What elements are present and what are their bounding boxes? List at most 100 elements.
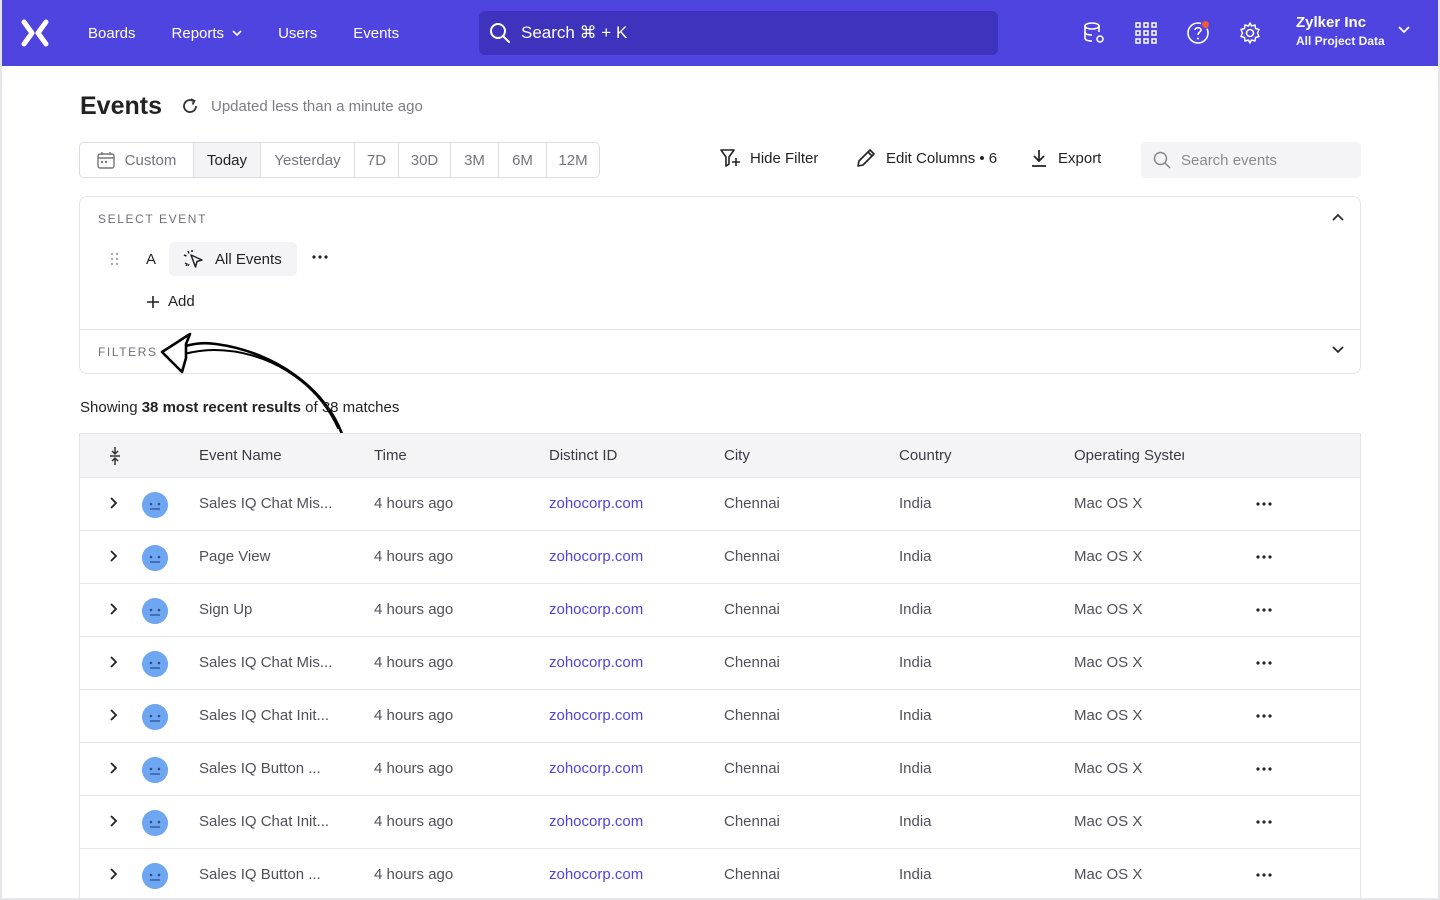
more-horizontal-icon[interactable] xyxy=(1256,767,1272,771)
hide-filter-button[interactable]: Hide Filter xyxy=(720,148,818,168)
cell-distinct-id-link[interactable]: zohocorp.com xyxy=(549,601,643,618)
nav-boards[interactable]: Boards xyxy=(88,25,136,42)
settings-button[interactable] xyxy=(1234,17,1266,49)
range-6m[interactable]: 6M xyxy=(499,143,547,177)
column-header-time[interactable]: Time xyxy=(374,447,407,464)
more-horizontal-icon[interactable] xyxy=(1256,608,1272,612)
table-row[interactable]: Sales IQ Chat Init... 4 hours ago zohoco… xyxy=(80,690,1360,743)
chevron-up-icon[interactable] xyxy=(1332,213,1344,221)
table-row[interactable]: Page View 4 hours ago zohocorp.com Chenn… xyxy=(80,531,1360,584)
nav-reports[interactable]: Reports xyxy=(172,25,243,42)
collapse-all-icon[interactable] xyxy=(109,446,121,466)
app-logo[interactable] xyxy=(0,0,70,66)
nav-label: Users xyxy=(278,24,318,42)
cell-distinct-id-link[interactable]: zohocorp.com xyxy=(549,707,643,724)
nav-events[interactable]: Events xyxy=(353,25,399,42)
cell-event-name[interactable]: Sign Up xyxy=(199,601,252,618)
user-avatar-icon[interactable] xyxy=(142,757,168,783)
range-30d[interactable]: 30D xyxy=(399,143,451,177)
cell-event-name[interactable]: Sales IQ Chat Init... xyxy=(199,707,329,724)
column-header-distinct-id[interactable]: Distinct ID xyxy=(549,447,617,464)
chevron-right-icon[interactable] xyxy=(109,656,117,668)
column-header-country[interactable]: Country xyxy=(899,447,952,464)
cell-distinct-id-link[interactable]: zohocorp.com xyxy=(549,654,643,671)
table-row[interactable]: Sales IQ Chat Mis... 4 hours ago zohocor… xyxy=(80,478,1360,531)
range-3m[interactable]: 3M xyxy=(451,143,499,177)
event-selector-chip[interactable]: All Events xyxy=(169,242,297,276)
add-event-button[interactable]: Add xyxy=(146,293,195,310)
cell-time: 4 hours ago xyxy=(374,601,454,618)
chevron-right-icon[interactable] xyxy=(109,868,117,880)
chevron-right-icon[interactable] xyxy=(109,762,117,774)
range-custom[interactable]: Custom xyxy=(80,143,194,177)
data-management-button[interactable] xyxy=(1078,17,1110,49)
user-avatar-icon[interactable] xyxy=(142,492,168,518)
search-events-input[interactable] xyxy=(1181,151,1341,169)
range-7d[interactable]: 7D xyxy=(355,143,399,177)
user-avatar-icon[interactable] xyxy=(142,810,168,836)
more-horizontal-icon[interactable] xyxy=(1256,873,1272,877)
global-search[interactable]: Search ⌘ + K xyxy=(479,11,998,55)
more-horizontal-icon[interactable] xyxy=(1256,661,1272,665)
range-yesterday[interactable]: Yesterday xyxy=(261,143,355,177)
cell-time: 4 hours ago xyxy=(374,760,454,777)
plus-icon xyxy=(147,295,159,308)
chevron-right-icon[interactable] xyxy=(109,709,117,721)
cell-event-name[interactable]: Sales IQ Button ... xyxy=(199,760,321,777)
user-avatar-icon[interactable] xyxy=(142,598,168,624)
cell-event-name[interactable]: Sales IQ Button ... xyxy=(199,866,321,883)
help-button[interactable] xyxy=(1182,17,1214,49)
table-row[interactable]: Sales IQ Button ... 4 hours ago zohocorp… xyxy=(80,849,1360,900)
chevron-right-icon[interactable] xyxy=(109,603,117,615)
chevron-right-icon[interactable] xyxy=(109,497,117,509)
cell-event-name[interactable]: Page View xyxy=(199,548,270,565)
nav-users[interactable]: Users xyxy=(278,25,317,42)
edit-columns-button[interactable]: Edit Columns • 6 xyxy=(856,148,997,168)
search-events-field[interactable] xyxy=(1141,142,1361,178)
cell-event-name[interactable]: Sales IQ Chat Init... xyxy=(199,813,329,830)
more-horizontal-icon[interactable] xyxy=(1256,820,1272,824)
chevron-right-icon[interactable] xyxy=(109,550,117,562)
user-avatar-icon[interactable] xyxy=(142,704,168,730)
export-button[interactable]: Export xyxy=(1030,148,1101,168)
cell-event-name[interactable]: Sales IQ Chat Mis... xyxy=(199,654,332,671)
cell-event-name[interactable]: Sales IQ Chat Mis... xyxy=(199,495,332,512)
column-header-city[interactable]: City xyxy=(724,447,750,464)
account-switcher[interactable]: Zylker Inc All Project Data xyxy=(1296,14,1385,48)
cell-distinct-id-link[interactable]: zohocorp.com xyxy=(549,548,643,565)
refresh-icon[interactable] xyxy=(181,97,199,115)
user-avatar-icon[interactable] xyxy=(142,651,168,677)
chevron-right-icon[interactable] xyxy=(109,815,117,827)
table-row[interactable]: Sales IQ Chat Init... 4 hours ago zohoco… xyxy=(80,796,1360,849)
table-row[interactable]: Sales IQ Button ... 4 hours ago zohocorp… xyxy=(80,743,1360,796)
annotation-arrow-icon xyxy=(160,332,344,436)
cell-distinct-id-link[interactable]: zohocorp.com xyxy=(549,866,643,883)
apps-button[interactable] xyxy=(1130,17,1162,49)
cell-distinct-id-link[interactable]: zohocorp.com xyxy=(549,760,643,777)
range-12m[interactable]: 12M xyxy=(547,143,599,177)
range-label: 3M xyxy=(464,151,485,169)
filters-label[interactable]: FILTERS xyxy=(98,345,158,359)
range-today[interactable]: Today xyxy=(194,143,261,177)
range-label: 6M xyxy=(512,151,533,169)
more-horizontal-icon[interactable] xyxy=(1256,555,1272,559)
cell-time: 4 hours ago xyxy=(374,654,454,671)
drag-handle-icon[interactable] xyxy=(110,252,120,266)
table-row[interactable]: Sign Up 4 hours ago zohocorp.com Chennai… xyxy=(80,584,1360,637)
table-row[interactable]: Sales IQ Chat Mis... 4 hours ago zohocor… xyxy=(80,637,1360,690)
cell-country: India xyxy=(899,813,932,830)
user-avatar-icon[interactable] xyxy=(142,545,168,571)
cell-distinct-id-link[interactable]: zohocorp.com xyxy=(549,813,643,830)
more-horizontal-icon[interactable] xyxy=(312,255,328,259)
more-horizontal-icon[interactable] xyxy=(1256,714,1272,718)
cell-country: India xyxy=(899,760,932,777)
search-icon xyxy=(1153,151,1171,169)
chevron-down-icon[interactable] xyxy=(1398,26,1410,34)
cell-distinct-id-link[interactable]: zohocorp.com xyxy=(549,495,643,512)
chevron-down-icon[interactable] xyxy=(1332,346,1344,354)
user-avatar-icon[interactable] xyxy=(142,863,168,889)
event-selector-label: All Events xyxy=(215,250,282,268)
column-header-event-name[interactable]: Event Name xyxy=(199,447,282,464)
column-header-operating-system[interactable]: Operating System xyxy=(1074,447,1184,464)
more-horizontal-icon[interactable] xyxy=(1256,502,1272,506)
